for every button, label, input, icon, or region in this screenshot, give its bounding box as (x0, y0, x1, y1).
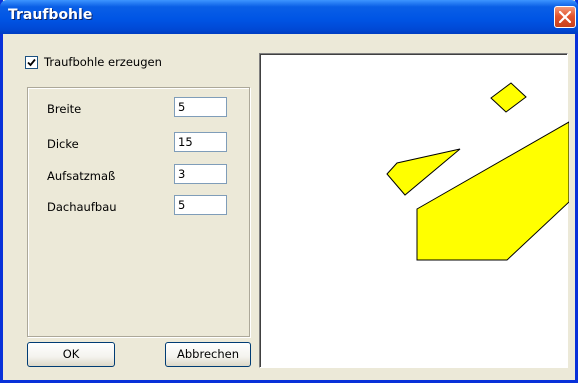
breite-input[interactable] (174, 97, 227, 117)
generate-checkbox[interactable] (25, 56, 38, 69)
generate-checkbox-label: Traufbohle erzeugen (44, 55, 162, 69)
dachaufbau-input[interactable] (174, 195, 227, 215)
title-bar[interactable]: Traufbohle (0, 0, 578, 34)
cancel-button[interactable]: Abbrechen (165, 342, 251, 367)
breite-label: Breite (47, 102, 82, 116)
triangle-shape (386, 148, 461, 196)
window-title: Traufbohle (8, 7, 93, 23)
dicke-input[interactable] (174, 132, 227, 152)
small-quad-shape (490, 82, 527, 113)
close-button[interactable] (554, 6, 576, 28)
dachaufbau-label: Dachaufbau (47, 200, 117, 214)
preview-canvas (259, 53, 569, 368)
dicke-label: Dicke (47, 137, 79, 151)
aufsatzmass-input[interactable] (174, 164, 227, 184)
checkmark-icon (27, 58, 36, 67)
close-icon (559, 11, 571, 23)
eave-board-shape (416, 121, 569, 261)
aufsatzmass-label: Aufsatzmaß (47, 169, 116, 183)
preview-drawing (386, 82, 569, 261)
ok-button[interactable]: OK (27, 342, 115, 367)
